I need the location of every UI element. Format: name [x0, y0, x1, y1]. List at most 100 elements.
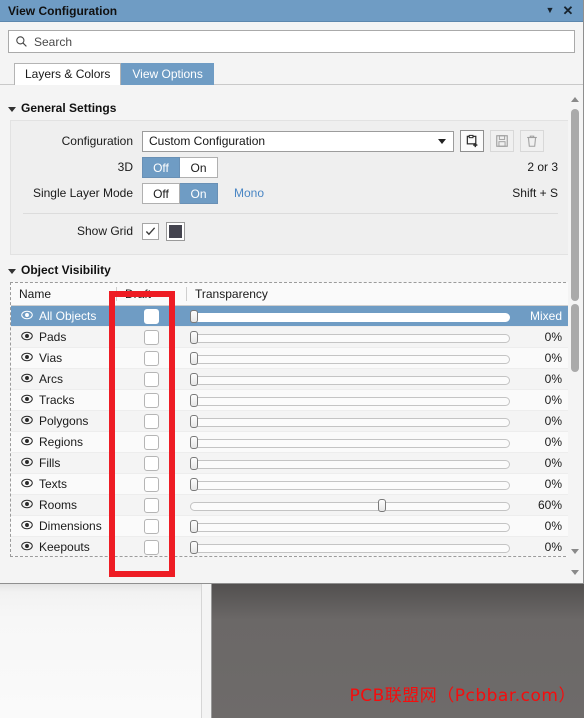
eye-icon[interactable] [21, 435, 33, 450]
scroll-up-arrow-icon[interactable] [568, 93, 582, 106]
single-layer-mode-shortcut: Shift + S [512, 186, 558, 200]
eye-icon[interactable] [21, 519, 33, 534]
transparency-slider[interactable] [190, 330, 510, 344]
table-row[interactable]: Tracks 0% [11, 390, 570, 411]
single-layer-on-segment[interactable]: On [180, 182, 218, 204]
slider-handle[interactable] [190, 456, 198, 470]
search-box[interactable] [8, 30, 575, 53]
table-row[interactable]: Pads 0% [11, 327, 570, 348]
table-vertical-scrollbar[interactable] [568, 296, 582, 584]
transparency-slider[interactable] [190, 456, 510, 470]
eye-icon[interactable] [21, 330, 33, 345]
transparency-slider[interactable] [190, 498, 510, 512]
scrollbar-thumb[interactable] [571, 109, 579, 301]
mono-link[interactable]: Mono [234, 186, 264, 200]
draft-checkbox[interactable] [143, 476, 159, 492]
slider-handle[interactable] [190, 519, 198, 533]
three-d-off-segment[interactable]: Off [142, 156, 180, 178]
draft-checkbox[interactable] [143, 434, 159, 450]
section-header-general-settings[interactable]: General Settings [0, 93, 583, 120]
draft-checkbox[interactable] [143, 497, 159, 513]
draft-checkbox[interactable] [143, 413, 159, 429]
eye-icon[interactable] [21, 540, 33, 555]
draft-checkbox[interactable] [143, 329, 159, 345]
transparency-slider[interactable] [190, 372, 510, 386]
close-icon[interactable]: ✕ [559, 2, 577, 20]
draft-checkbox[interactable] [143, 392, 159, 408]
tab-layers-and-colors[interactable]: Layers & Colors [14, 63, 122, 85]
row-name-cell: Rooms [11, 498, 116, 513]
table-row[interactable]: Rooms 60% [11, 495, 570, 516]
draft-checkbox[interactable] [143, 308, 159, 324]
eye-icon[interactable] [21, 456, 33, 471]
slider-handle[interactable] [190, 477, 198, 491]
slider-track [190, 543, 510, 553]
three-d-toggle[interactable]: Off On [142, 156, 218, 178]
slider-handle[interactable] [190, 309, 198, 323]
table-scrollbar-thumb[interactable] [571, 304, 579, 372]
column-header-name[interactable]: Name [11, 287, 116, 301]
tab-view-options[interactable]: View Options [121, 63, 214, 85]
configuration-label: Configuration [61, 134, 133, 148]
transparency-slider[interactable] [190, 519, 510, 533]
grid-color-swatch[interactable] [166, 221, 185, 241]
delete-configuration-button[interactable] [520, 130, 544, 152]
eye-icon[interactable] [21, 393, 33, 408]
table-row[interactable]: Texts 0% [11, 474, 570, 495]
search-input[interactable] [34, 34, 568, 49]
eye-icon[interactable] [21, 372, 33, 387]
eye-icon[interactable] [21, 498, 33, 513]
transparency-slider[interactable] [190, 393, 510, 407]
chevron-down-icon[interactable]: ▼ [541, 2, 559, 20]
slider-track [190, 480, 510, 490]
eye-icon[interactable] [21, 309, 33, 324]
table-row[interactable]: Vias 0% [11, 348, 570, 369]
eye-icon[interactable] [21, 477, 33, 492]
save-configuration-button[interactable] [490, 130, 514, 152]
table-row[interactable]: Arcs 0% [11, 369, 570, 390]
row-transparency-value: 0% [544, 435, 562, 449]
single-layer-off-segment[interactable]: Off [142, 182, 180, 204]
transparency-slider[interactable] [190, 540, 510, 554]
draft-checkbox[interactable] [143, 539, 159, 555]
eye-icon[interactable] [21, 351, 33, 366]
column-header-draft[interactable]: Draft [116, 287, 186, 301]
transparency-slider[interactable] [190, 351, 510, 365]
column-header-transparency[interactable]: Transparency [186, 287, 570, 301]
slider-handle[interactable] [190, 435, 198, 449]
slider-handle[interactable] [190, 414, 198, 428]
table-row[interactable]: Dimensions 0% [11, 516, 570, 537]
transparency-slider[interactable] [190, 414, 510, 428]
row-draft-cell [116, 455, 186, 471]
show-grid-checkbox[interactable] [142, 222, 159, 240]
slider-handle[interactable] [190, 540, 198, 554]
eye-icon[interactable] [21, 414, 33, 429]
draft-checkbox[interactable] [143, 455, 159, 471]
transparency-slider[interactable] [190, 309, 510, 323]
slider-handle[interactable] [190, 372, 198, 386]
configuration-value: Custom Configuration [149, 134, 266, 148]
row-draft-cell [116, 308, 186, 324]
save-as-new-configuration-button[interactable] [460, 130, 484, 152]
configuration-dropdown[interactable]: Custom Configuration [142, 130, 454, 152]
slider-handle[interactable] [190, 351, 198, 365]
slider-handle[interactable] [378, 498, 386, 512]
draft-checkbox[interactable] [143, 518, 159, 534]
slider-handle[interactable] [190, 330, 198, 344]
row-draft-cell [116, 329, 186, 345]
table-scroll-down-arrow-icon[interactable] [568, 545, 582, 558]
draft-checkbox[interactable] [143, 350, 159, 366]
table-row[interactable]: All Objects Mixed [11, 306, 570, 327]
table-row[interactable]: Polygons 0% [11, 411, 570, 432]
transparency-slider[interactable] [190, 477, 510, 491]
slider-handle[interactable] [190, 393, 198, 407]
table-row[interactable]: Keepouts 0% [11, 537, 570, 556]
table-row[interactable]: Regions 0% [11, 432, 570, 453]
section-header-object-visibility[interactable]: Object Visibility [0, 255, 583, 282]
table-row[interactable]: Fills 0% [11, 453, 570, 474]
single-layer-mode-toggle[interactable]: Off On [142, 182, 218, 204]
collapse-triangle-icon [8, 268, 16, 274]
three-d-on-segment[interactable]: On [180, 156, 218, 178]
transparency-slider[interactable] [190, 435, 510, 449]
draft-checkbox[interactable] [143, 371, 159, 387]
